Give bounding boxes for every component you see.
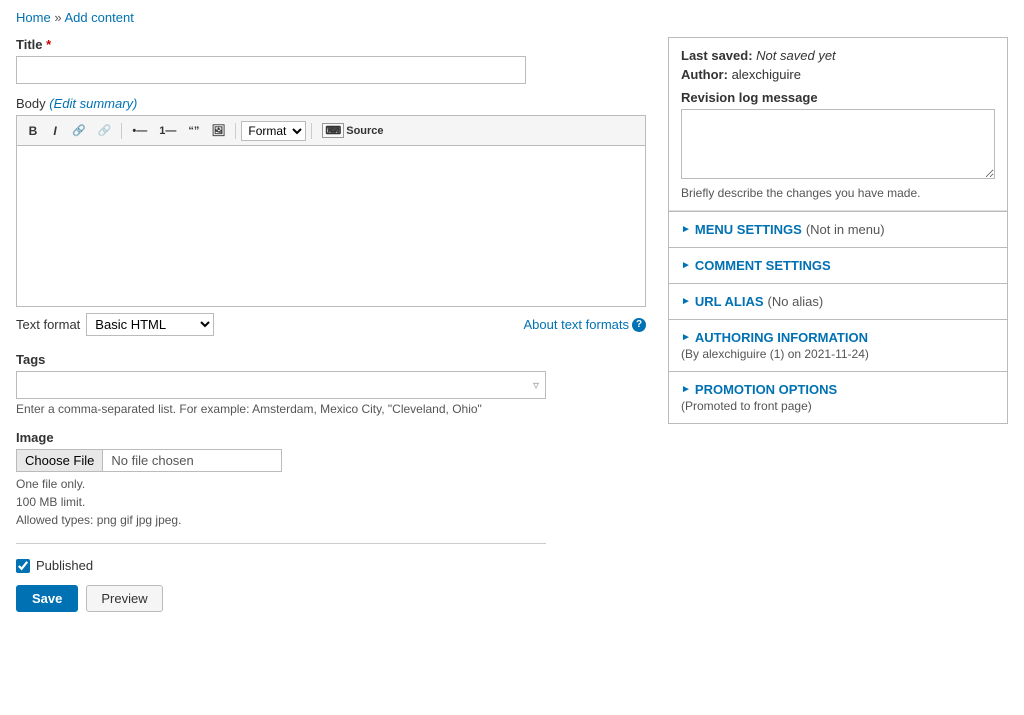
accordion-arrow-5: ► — [681, 384, 691, 395]
image-hints: One file only. 100 MB limit. Allowed typ… — [16, 475, 546, 529]
accordion-promotion-subtitle: (Promoted to front page) — [681, 399, 995, 413]
revision-hint: Briefly describe the changes you have ma… — [681, 186, 995, 200]
breadcrumb-separator: » — [54, 10, 64, 25]
accordion-arrow-4: ► — [681, 332, 691, 343]
help-icon: ? — [632, 318, 646, 332]
accordion-arrow: ► — [681, 224, 691, 235]
tags-input-wrapper: ▿ — [16, 371, 546, 399]
file-input-row: Choose File No file chosen — [16, 449, 546, 472]
published-label: Published — [36, 558, 93, 573]
bold-button[interactable]: B — [23, 121, 43, 141]
edit-summary-link[interactable]: (Edit summary) — [49, 96, 137, 111]
tags-hint: Enter a comma-separated list. For exampl… — [16, 402, 546, 416]
preview-button[interactable]: Preview — [86, 585, 162, 612]
tags-section: Tags ▿ Enter a comma-separated list. For… — [16, 352, 546, 416]
accordion-menu-settings-subtitle: (Not in menu) — [806, 222, 885, 237]
published-row: Published — [16, 558, 652, 573]
last-saved-value: Not saved yet — [756, 48, 836, 63]
breadcrumb-current-link[interactable]: Add content — [64, 10, 133, 25]
accordion-url-alias-subtitle: (No alias) — [768, 294, 824, 309]
sidebar-top: Last saved: Not saved yet Author: alexch… — [669, 38, 1007, 211]
published-checkbox[interactable] — [16, 559, 30, 573]
italic-button[interactable]: I — [45, 121, 65, 141]
accordion-arrow-2: ► — [681, 260, 691, 271]
accordion-arrow-3: ► — [681, 296, 691, 307]
tags-input[interactable] — [17, 372, 545, 398]
last-saved-label: Last saved: — [681, 48, 753, 63]
file-name-display: No file chosen — [102, 449, 282, 472]
body-editor: B I 🔗 🔗 •— 1— “” 🖼 Format ⌨ Source — [16, 115, 646, 307]
accordion-authoring-information[interactable]: ► AUTHORING INFORMATION (By alexchiguire… — [669, 319, 1007, 371]
toolbar-separator-1 — [121, 123, 122, 139]
numbered-list-button[interactable]: 1— — [154, 122, 181, 140]
about-formats: About text formats ? — [524, 317, 647, 332]
sidebar-column: Last saved: Not saved yet Author: alexch… — [668, 37, 1008, 612]
text-format-row: Text format Basic HTML Full HTML Restric… — [16, 313, 646, 336]
title-required-marker: * — [46, 37, 51, 52]
breadcrumb-home-link[interactable]: Home — [16, 10, 51, 25]
image-hint-one-file: One file only. — [16, 475, 546, 493]
toolbar-separator-2 — [235, 123, 236, 139]
text-format-left: Text format Basic HTML Full HTML Restric… — [16, 313, 214, 336]
image-section: Image Choose File No file chosen One fil… — [16, 430, 546, 529]
accordion-promotion-options[interactable]: ► PROMOTION OPTIONS (Promoted to front p… — [669, 371, 1007, 423]
accordion-menu-settings[interactable]: ► MENU SETTINGS (Not in menu) — [669, 211, 1007, 247]
title-input[interactable] — [16, 56, 526, 84]
body-label: Body (Edit summary) — [16, 96, 652, 111]
author-label: Author: — [681, 67, 728, 82]
choose-file-button[interactable]: Choose File — [16, 449, 102, 472]
format-select-toolbar[interactable]: Format — [241, 121, 306, 141]
blockquote-button[interactable]: “” — [183, 122, 204, 140]
image-label: Image — [16, 430, 546, 445]
save-button[interactable]: Save — [16, 585, 78, 612]
accordion-comment-settings[interactable]: ► COMMENT SETTINGS — [669, 247, 1007, 283]
breadcrumb: Home » Add content — [16, 10, 1008, 25]
author-value: alexchiguire — [732, 67, 801, 82]
image-hint-size: 100 MB limit. — [16, 493, 546, 511]
tags-label: Tags — [16, 352, 546, 367]
about-formats-link[interactable]: About text formats — [524, 317, 630, 332]
author-row: Author: alexchiguire — [681, 67, 995, 82]
accordion-menu-settings-title: ► MENU SETTINGS (Not in menu) — [681, 222, 995, 237]
last-saved: Last saved: Not saved yet — [681, 48, 995, 63]
image-button[interactable]: 🖼 — [206, 121, 230, 140]
text-format-select[interactable]: Basic HTML Full HTML Restricted HTML Pla… — [86, 313, 214, 336]
accordion-url-alias-title: ► URL ALIAS (No alias) — [681, 294, 995, 309]
sidebar-box: Last saved: Not saved yet Author: alexch… — [668, 37, 1008, 424]
toolbar-separator-3 — [311, 123, 312, 139]
action-buttons: Save Preview — [16, 585, 652, 612]
tags-search-icon: ▿ — [533, 378, 539, 392]
accordion-authoring-title: ► AUTHORING INFORMATION — [681, 330, 995, 345]
accordion-comment-settings-title: ► COMMENT SETTINGS — [681, 258, 995, 273]
image-hint-types: Allowed types: png gif jpg jpeg. — [16, 511, 546, 529]
link-button[interactable]: 🔗 — [67, 121, 91, 140]
editor-body[interactable] — [17, 146, 645, 306]
section-divider — [16, 543, 546, 544]
text-format-label: Text format — [16, 317, 80, 332]
accordion-authoring-subtitle: (By alexchiguire (1) on 2021-11-24) — [681, 347, 995, 361]
revision-log-textarea[interactable] — [681, 109, 995, 179]
unlink-button[interactable]: 🔗 — [93, 121, 117, 140]
main-column: Title * Body (Edit summary) B I 🔗 🔗 •— 1… — [16, 37, 652, 612]
accordion-promotion-title: ► PROMOTION OPTIONS — [681, 382, 995, 397]
revision-log-label: Revision log message — [681, 90, 995, 105]
editor-toolbar: B I 🔗 🔗 •— 1— “” 🖼 Format ⌨ Source — [17, 116, 645, 146]
source-button[interactable]: ⌨ Source — [317, 120, 388, 141]
accordion-url-alias[interactable]: ► URL ALIAS (No alias) — [669, 283, 1007, 319]
bullet-list-button[interactable]: •— — [127, 122, 152, 140]
title-label: Title * — [16, 37, 652, 52]
